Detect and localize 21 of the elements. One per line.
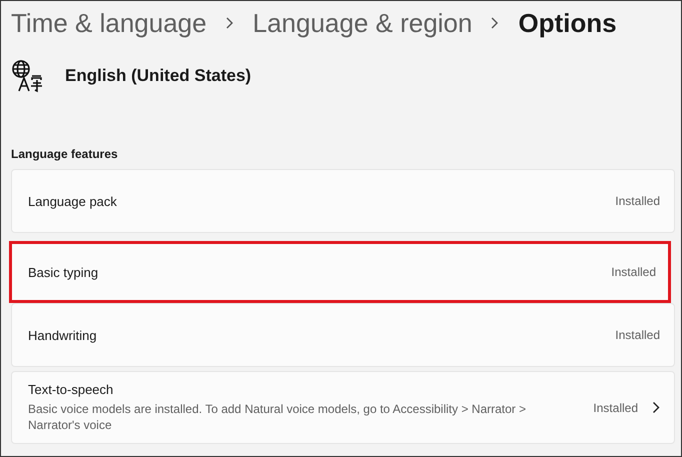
breadcrumb-item[interactable]: Time & language: [11, 8, 207, 38]
feature-name: Language pack: [28, 194, 118, 208]
section-title: Language features: [10, 146, 119, 163]
status-text: Installed: [611, 265, 656, 279]
feature-name: Basic typing: [28, 264, 100, 280]
feature-row[interactable]: Language pack Installed: [11, 169, 675, 233]
breadcrumb-item: Options: [518, 8, 617, 38]
feature-description: Basic voice models are installed. To add Natural voice models, go to Accessibility > Narrator > Narrator's voice: [28, 401, 528, 434]
feature-name: Text-to-speech: [28, 382, 114, 397]
status-text: Installed: [615, 328, 660, 342]
breadcrumb-item[interactable]: Language & region: [252, 8, 472, 38]
feature-name: Handwriting: [28, 328, 98, 342]
feature-row[interactable]: Text-to-speech Basic voice models are installed. To add Natural voice models, go to Accessibility > Narrator > Narrator's voice Installed: [11, 371, 675, 444]
status-text: Installed: [615, 194, 660, 208]
status-text: Installed: [593, 400, 638, 415]
chevron-icon: [490, 16, 500, 30]
feature-row[interactable]: Handwriting Installed: [11, 303, 675, 367]
feature-row[interactable]: Basic typing Installed: [9, 241, 671, 303]
language-name: English (United States): [65, 66, 252, 86]
chevron-icon: [224, 16, 235, 30]
language-icon: [11, 59, 43, 93]
